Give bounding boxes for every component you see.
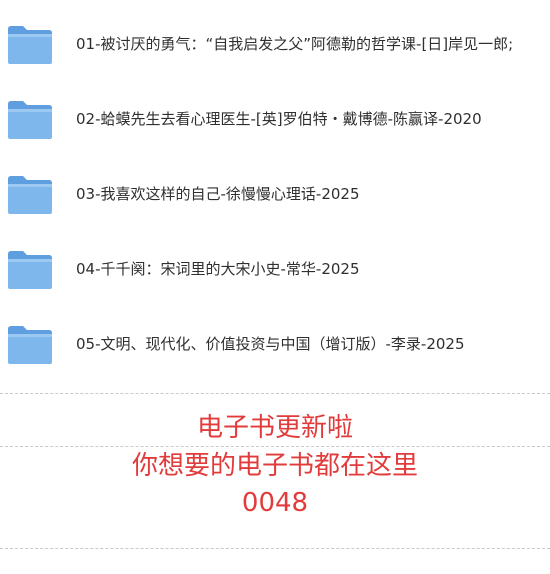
folder-icon (7, 325, 53, 365)
file-name: 05-文明、现代化、价值投资与中国（增订版）-李录-2025 (76, 335, 465, 353)
file-name: 02-蛤蟆先生去看心理医生-[英]罗伯特・戴博德-陈赢译-2020 (76, 110, 482, 128)
folder-icon (7, 25, 53, 65)
folder-icon (7, 100, 53, 140)
file-row-04[interactable]: 04-千千阕：宋词里的大宋小史-常华-2025 (0, 247, 550, 295)
file-row-03[interactable]: 03-我喜欢这样的自己-徐慢慢心理话-2025 (0, 172, 550, 220)
notice-line-3: 0048 (241, 488, 309, 518)
divider (0, 393, 550, 394)
file-name: 04-千千阕：宋词里的大宋小史-常华-2025 (76, 260, 360, 278)
folder-icon (7, 175, 53, 215)
file-name: 03-我喜欢这样的自己-徐慢慢心理话-2025 (76, 185, 360, 203)
file-name: 01-被讨厌的勇气：“自我启发之父”阿德勒的哲学课-[日]岸见一郎; (76, 35, 514, 53)
notice-line-2: 你想要的电子书都在这里 (131, 451, 418, 481)
file-row-02[interactable]: 02-蛤蟆先生去看心理医生-[英]罗伯特・戴博德-陈赢译-2020 (0, 97, 550, 145)
divider (0, 548, 550, 549)
file-row-05[interactable]: 05-文明、现代化、价值投资与中国（增订版）-李录-2025 (0, 322, 550, 370)
footer-text (0, 560, 550, 574)
file-row-01[interactable]: 01-被讨厌的勇气：“自我启发之父”阿德勒的哲学课-[日]岸见一郎; (0, 22, 550, 70)
folder-icon (7, 250, 53, 290)
notice-line-1: 电子书更新啦 (196, 413, 353, 443)
divider (0, 446, 550, 447)
